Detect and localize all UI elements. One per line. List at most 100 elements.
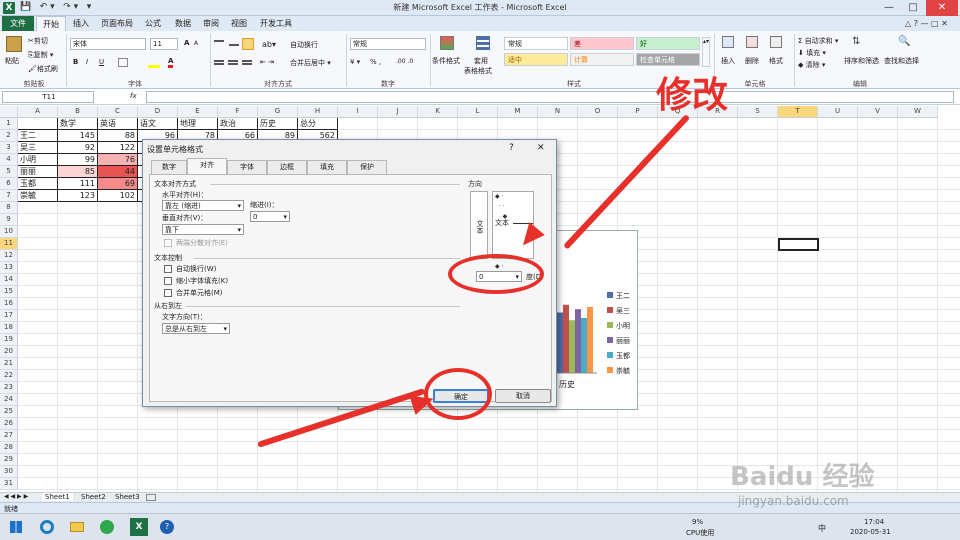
tab-home[interactable]: 开始 [36, 16, 66, 31]
row-header[interactable]: 24 [0, 394, 18, 406]
conditional-format-button[interactable]: 条件格式 [432, 56, 460, 66]
cell-c1[interactable]: 英语 [98, 118, 138, 130]
format-cells-button[interactable]: 格式 [769, 56, 783, 66]
sheet-tab-2[interactable]: Sheet2 [78, 493, 109, 501]
font-name-select[interactable]: 宋体 [70, 38, 146, 50]
shrink-to-fit-checkbox[interactable] [164, 277, 172, 285]
align-top-icon[interactable] [214, 40, 224, 42]
dialog-tab-font[interactable]: 字体 [227, 160, 267, 174]
merge-cells-checkbox[interactable] [164, 289, 172, 297]
row-header[interactable]: 6 [0, 178, 18, 190]
style-good[interactable]: 好 [636, 37, 700, 50]
shrink-font-button[interactable]: A [194, 40, 198, 47]
delete-cells-icon[interactable] [746, 36, 758, 48]
row-header[interactable]: 3 [0, 142, 18, 154]
doc-close-icon[interactable]: ✕ [941, 19, 948, 28]
dialog-tab-fill[interactable]: 填充 [307, 160, 347, 174]
fill-color-icon[interactable] [148, 58, 160, 68]
excel-taskbar-icon[interactable]: X [130, 518, 148, 536]
column-header[interactable]: S [738, 106, 778, 118]
fx-icon[interactable]: fx [130, 92, 137, 100]
file-explorer-icon[interactable] [70, 522, 84, 532]
row-header[interactable]: 26 [0, 418, 18, 430]
cell-c4[interactable]: 76 [98, 154, 138, 166]
ribbon-window-controls[interactable]: △ ? — □ ✕ [905, 19, 948, 28]
cell-a5[interactable]: 丽丽 [18, 166, 58, 178]
cell-a7[interactable]: 崇毓 [18, 190, 58, 202]
column-header[interactable]: T [778, 106, 818, 118]
sort-filter-button[interactable]: 排序和筛选 [844, 56, 879, 66]
chart-bar[interactable] [557, 312, 563, 374]
active-cell-t11[interactable] [778, 238, 819, 251]
sheet-nav-icons[interactable]: ◀ ◀ ▶ ▶ [4, 493, 28, 500]
maximize-button[interactable]: □ [902, 0, 924, 16]
row-header[interactable]: 22 [0, 370, 18, 382]
row-header[interactable]: 23 [0, 382, 18, 394]
column-header[interactable]: I [338, 106, 378, 118]
align-middle-icon[interactable] [229, 44, 239, 46]
row-header[interactable]: 10 [0, 226, 18, 238]
bold-button[interactable]: B [73, 58, 78, 66]
row-header[interactable]: 21 [0, 358, 18, 370]
chart-bar[interactable] [581, 318, 587, 373]
ie-browser-icon[interactable] [100, 520, 114, 534]
row-header[interactable]: 4 [0, 154, 18, 166]
style-check-cell[interactable]: 检查单元格 [636, 53, 700, 66]
format-as-table-button[interactable]: 套用 [474, 56, 488, 66]
tab-data[interactable]: 数据 [170, 16, 196, 31]
italic-button[interactable]: I [86, 58, 88, 66]
row-header[interactable]: 27 [0, 430, 18, 442]
row-header[interactable]: 1 [0, 118, 18, 130]
tab-insert[interactable]: 插入 [68, 16, 94, 31]
column-header[interactable]: A [18, 106, 58, 118]
align-left-icon[interactable] [214, 60, 224, 65]
column-header[interactable]: G [258, 106, 298, 118]
wrap-text-checkbox[interactable] [164, 265, 172, 273]
find-select-button[interactable]: 查找和选择 [884, 56, 919, 66]
style-bad[interactable]: 差 [570, 37, 634, 50]
ime-indicator[interactable]: 中 [818, 523, 826, 534]
vertical-align-select[interactable]: 靠下 [162, 224, 244, 235]
row-header[interactable]: 31 [0, 478, 18, 490]
column-header[interactable]: N [538, 106, 578, 118]
help-app-icon[interactable]: ? [160, 520, 174, 534]
name-box[interactable]: T11 [2, 91, 94, 103]
chart-bar[interactable] [569, 320, 575, 373]
row-header[interactable]: 20 [0, 346, 18, 358]
row-header[interactable]: 2 [0, 130, 18, 142]
indent-spinner[interactable]: 0 [250, 211, 290, 222]
row-header[interactable]: 29 [0, 454, 18, 466]
column-header[interactable]: V [858, 106, 898, 118]
indent-icons[interactable]: ⇤ ⇥ [260, 58, 274, 66]
column-header[interactable]: O [578, 106, 618, 118]
row-header[interactable]: 8 [0, 202, 18, 214]
clock-time[interactable]: 17:04 [864, 518, 884, 526]
dialog-help-button[interactable]: ? [509, 143, 514, 153]
styles-scroll-icon[interactable]: ▴▾ [702, 37, 710, 67]
new-sheet-icon[interactable] [146, 494, 156, 501]
style-calculation[interactable]: 计算 [570, 53, 634, 66]
column-header[interactable]: K [418, 106, 458, 118]
cell-a3[interactable]: 吴三 [18, 142, 58, 154]
column-header[interactable]: F [218, 106, 258, 118]
cell-b2[interactable]: 145 [58, 130, 98, 142]
align-right-icon[interactable] [242, 60, 252, 65]
cell-c3[interactable]: 122 [98, 142, 138, 154]
cell-c6[interactable]: 69 [98, 178, 138, 190]
doc-minimize-icon[interactable]: — [921, 19, 929, 28]
cell-b3[interactable]: 92 [58, 142, 98, 154]
copy-button[interactable]: ⎘复制 ▾ [28, 50, 53, 60]
clock-date[interactable]: 2020-05-31 [850, 528, 891, 536]
doc-restore-icon[interactable]: □ [931, 19, 939, 28]
vertical-text-box[interactable]: 文本 [470, 191, 488, 259]
cell-a1[interactable] [18, 118, 58, 130]
cell-a4[interactable]: 小明 [18, 154, 58, 166]
style-normal[interactable]: 常规 [504, 37, 568, 50]
row-header[interactable]: 9 [0, 214, 18, 226]
font-color-icon[interactable]: A [168, 57, 174, 68]
cancel-button[interactable]: 取消 [495, 389, 551, 403]
decimal-buttons[interactable]: .00 .0 [396, 58, 413, 65]
clear-button[interactable]: ◆ 清除 ▾ [798, 60, 825, 70]
cell-b7[interactable]: 123 [58, 190, 98, 202]
column-header[interactable]: E [178, 106, 218, 118]
